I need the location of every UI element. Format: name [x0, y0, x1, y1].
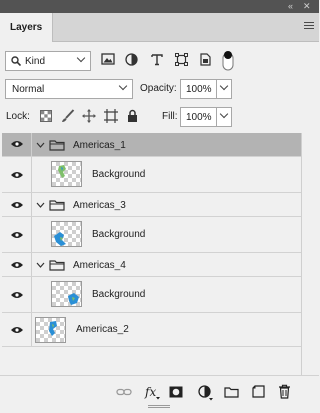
layers-list: Americas_1 Background Americas_3 Backgro…	[2, 133, 301, 375]
opacity-value[interactable]: 100%	[186, 84, 212, 95]
layer-thumbnail	[51, 221, 82, 247]
blend-mode-dropdown[interactable]: Normal	[5, 79, 133, 99]
search-icon	[11, 56, 21, 66]
layer-name[interactable]: Background	[92, 169, 145, 180]
delete-layer-icon[interactable]	[278, 384, 291, 399]
blend-mode-value: Normal	[12, 84, 45, 95]
lock-label: Lock:	[6, 111, 30, 122]
chevron-down-icon[interactable]	[36, 142, 45, 148]
new-layer-icon[interactable]	[252, 385, 265, 398]
visibility-eye-icon[interactable]	[10, 260, 24, 270]
shape-filter-icon[interactable]	[175, 53, 188, 66]
smart-object-filter-icon[interactable]	[199, 53, 212, 66]
layer-row[interactable]: Americas_2	[2, 313, 301, 347]
layer-name[interactable]: Americas_1	[73, 140, 126, 151]
layer-thumbnail	[35, 317, 66, 343]
fill-field[interactable]: 100%	[180, 107, 232, 127]
visibility-eye-icon[interactable]	[10, 170, 24, 180]
panel-tabbar: Layers	[0, 13, 319, 42]
opacity-label: Opacity:	[140, 83, 177, 94]
lock-image-pixels-icon[interactable]	[61, 109, 75, 123]
fill-value[interactable]: 100%	[186, 112, 212, 123]
layer-row[interactable]: Background	[2, 277, 301, 313]
map-thumbnail-icon	[54, 232, 66, 246]
panel-menu-icon[interactable]	[304, 22, 314, 31]
visibility-eye-icon[interactable]	[10, 325, 24, 335]
chevron-down-icon	[76, 53, 86, 63]
map-thumbnail-icon	[68, 293, 79, 305]
layer-name[interactable]: Americas_4	[73, 260, 126, 271]
fx-icon[interactable]: fx	[144, 384, 160, 400]
chevron-down-icon[interactable]	[219, 109, 229, 119]
opacity-field[interactable]: 100%	[180, 79, 232, 99]
folder-icon	[49, 260, 65, 271]
filter-kind-dropdown[interactable]: Kind	[5, 51, 91, 71]
chevron-down-icon	[118, 81, 128, 91]
layer-name[interactable]: Background	[92, 289, 145, 300]
type-filter-icon[interactable]	[151, 53, 163, 66]
chevron-down-icon[interactable]	[36, 262, 45, 268]
visibility-eye-icon[interactable]	[10, 290, 24, 300]
chevron-down-icon[interactable]	[36, 202, 45, 208]
layer-name[interactable]: Americas_3	[73, 200, 126, 211]
layer-row-group[interactable]: Americas_3	[2, 193, 301, 217]
svg-text:fx: fx	[144, 385, 156, 399]
layer-row[interactable]: Background	[2, 157, 301, 193]
adjustment-filter-icon[interactable]	[125, 53, 138, 66]
layer-name[interactable]: Americas_2	[76, 324, 129, 335]
add-mask-icon[interactable]	[169, 386, 183, 398]
visibility-eye-icon[interactable]	[10, 230, 24, 240]
layer-thumbnail	[51, 161, 82, 187]
folder-icon	[49, 140, 65, 151]
new-group-icon[interactable]	[224, 386, 239, 398]
filter-kind-label: Kind	[25, 56, 46, 67]
link-layers-icon[interactable]	[116, 387, 132, 397]
lock-transparent-pixels-icon[interactable]	[40, 110, 52, 122]
panel-titlebar: « ✕	[0, 0, 319, 13]
folder-icon	[49, 200, 65, 211]
layers-scrollbar[interactable]	[301, 133, 316, 375]
image-filter-icon[interactable]	[101, 53, 115, 66]
lock-position-icon[interactable]	[82, 109, 96, 123]
tab-layers[interactable]: Layers	[0, 13, 53, 42]
lock-artboard-icon[interactable]	[104, 109, 118, 123]
visibility-eye-icon[interactable]	[10, 200, 24, 210]
fill-label: Fill:	[162, 111, 178, 122]
close-panel-icon[interactable]: ✕	[303, 1, 310, 12]
map-thumbnail-icon	[49, 321, 57, 336]
visibility-eye-icon[interactable]	[10, 139, 24, 149]
chevron-down-icon[interactable]	[219, 81, 229, 91]
panel-resize-grip[interactable]	[148, 405, 170, 409]
layer-row[interactable]: Background	[2, 217, 301, 253]
layer-name[interactable]: Background	[92, 229, 145, 240]
adjustment-layer-icon[interactable]	[198, 385, 214, 401]
layer-thumbnail	[51, 281, 82, 307]
collapse-panel-icon[interactable]: «	[288, 1, 293, 11]
layer-row-group[interactable]: Americas_1	[2, 133, 301, 157]
filter-toggle-icon[interactable]	[222, 49, 234, 71]
layer-row-group[interactable]: Americas_4	[2, 253, 301, 277]
lock-all-icon[interactable]	[127, 109, 138, 122]
map-thumbnail-icon	[58, 165, 66, 178]
